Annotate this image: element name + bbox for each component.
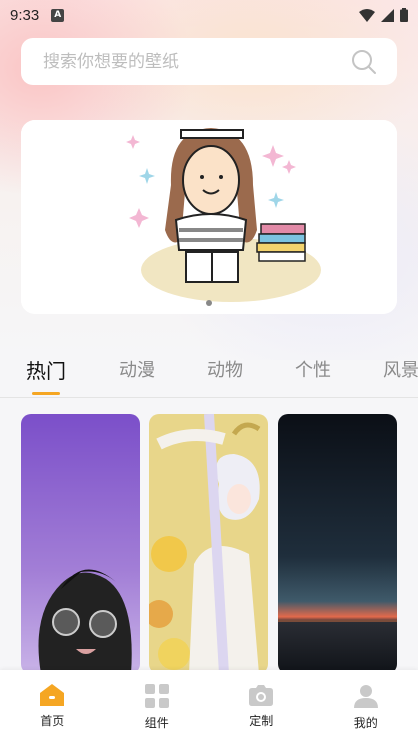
nav-widgets-label: 组件: [144, 716, 169, 730]
battery-icon: [400, 8, 408, 22]
banner-illustration: [21, 120, 397, 314]
nav-home-label: 首页: [40, 714, 65, 728]
notification-app-icon: A: [51, 8, 65, 22]
banner-page-indicator: [21, 300, 397, 306]
tab-personality[interactable]: 个性: [295, 356, 331, 382]
search-input[interactable]: [41, 50, 351, 73]
banner-carousel[interactable]: [21, 120, 397, 314]
wallpaper-thumbnail: [149, 414, 268, 674]
wallpaper-card-anime[interactable]: [149, 414, 268, 674]
home-icon: [40, 684, 65, 706]
tabs-divider: [0, 397, 418, 398]
tab-hot[interactable]: 热门: [26, 355, 66, 384]
nav-customize[interactable]: 定制: [209, 670, 313, 744]
tab-scenery[interactable]: 风景: [383, 356, 418, 382]
wallpaper-card-sunset[interactable]: [278, 414, 397, 674]
category-tabs: 热门 动漫 动物 个性 风景: [0, 350, 418, 398]
active-tab-indicator: [32, 392, 60, 395]
wallpaper-thumbnail: [278, 414, 397, 674]
user-icon: [353, 684, 378, 708]
wifi-icon: [359, 8, 375, 22]
camera-icon: [249, 684, 274, 706]
banner-dot-active: [206, 300, 212, 306]
search-bar[interactable]: [21, 38, 397, 85]
search-icon[interactable]: [351, 49, 377, 75]
wallpaper-thumbnail: [21, 414, 140, 674]
tab-anime[interactable]: 动漫: [119, 356, 155, 382]
nav-home[interactable]: 首页: [0, 670, 104, 744]
status-bar: 9:33 A: [0, 0, 418, 30]
status-time: 9:33: [10, 6, 40, 24]
bottom-navigation: 首页 组件 定制 我的: [0, 670, 418, 744]
cellular-signal-icon: [381, 8, 394, 22]
wallpaper-card-cat[interactable]: [21, 414, 140, 674]
nav-widgets[interactable]: 组件: [105, 670, 209, 744]
nav-profile-label: 我的: [353, 716, 378, 730]
nav-profile[interactable]: 我的: [314, 670, 418, 744]
nav-customize-label: 定制: [249, 714, 274, 728]
tab-animals[interactable]: 动物: [207, 356, 243, 382]
grid-icon: [144, 684, 169, 708]
